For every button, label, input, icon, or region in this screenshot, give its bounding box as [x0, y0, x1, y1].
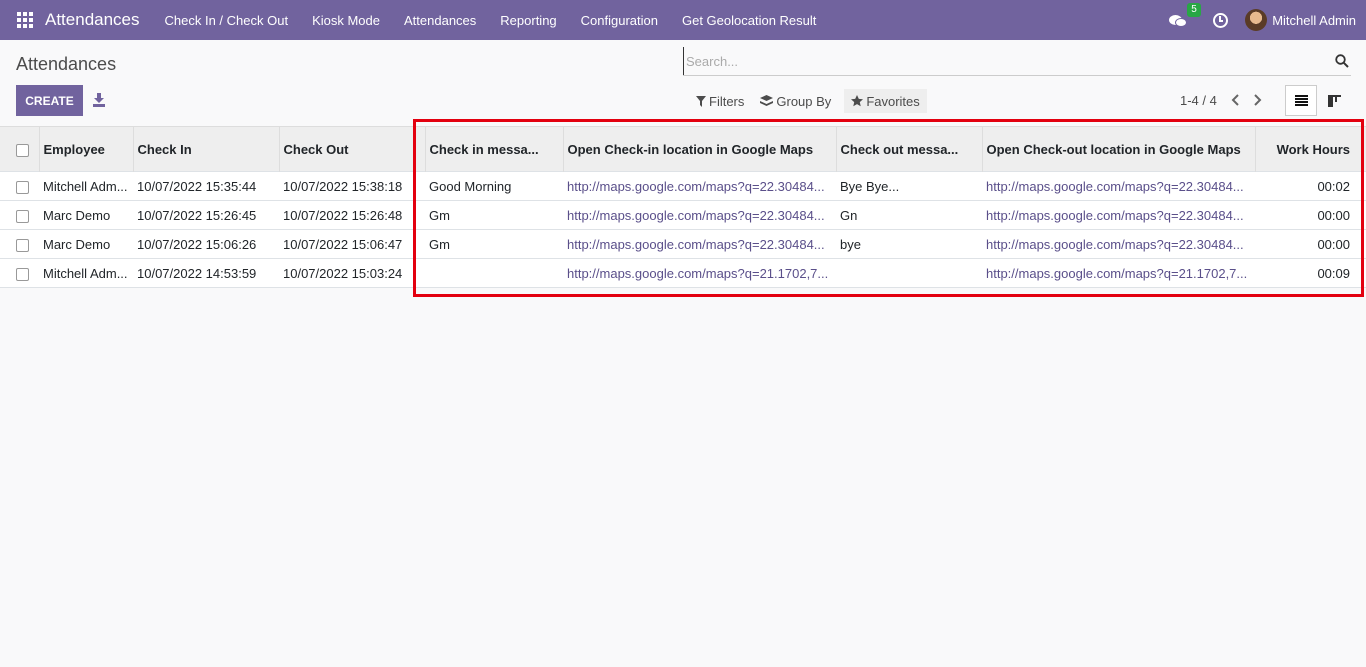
cell-work-hours[interactable]: 00:09 — [1255, 258, 1366, 288]
row-select-cell[interactable] — [0, 200, 39, 230]
row-select-cell[interactable] — [0, 229, 39, 259]
list-icon — [1294, 95, 1308, 106]
cell-work-hours[interactable]: 00:00 — [1255, 229, 1366, 259]
cell-check-in[interactable]: 10/07/2022 15:35:44 — [133, 171, 279, 201]
row-checkbox[interactable] — [16, 209, 29, 223]
filters-button[interactable]: Filters — [693, 93, 747, 109]
apps-grid-icon[interactable] — [17, 12, 33, 28]
kanban-icon — [1327, 94, 1341, 107]
page-title: Attendances — [16, 54, 117, 74]
menu-check-in-out[interactable]: Check In / Check Out — [153, 13, 301, 28]
download-icon[interactable] — [93, 93, 105, 107]
cell-check-in[interactable]: 10/07/2022 15:06:26 — [133, 229, 279, 259]
kanban-view-button[interactable] — [1318, 85, 1350, 116]
column-employee[interactable]: Employee — [38, 126, 133, 172]
table-header-row: Employee Check In Check Out Check in mes… — [0, 126, 1366, 172]
row-checkbox[interactable] — [16, 238, 29, 252]
row-checkbox[interactable] — [16, 180, 29, 194]
list-view-button[interactable] — [1285, 85, 1317, 116]
cell-check-in-location-link[interactable]: http://maps.google.com/maps?q=22.30484..… — [563, 229, 836, 259]
cell-check-out-location-link[interactable]: http://maps.google.com/maps?q=21.1702,7.… — [982, 258, 1255, 288]
filter-icon — [696, 95, 706, 107]
chat-icon[interactable]: 5 — [1169, 3, 1201, 28]
table-row[interactable]: Marc Demo 10/07/2022 15:06:26 10/07/2022… — [0, 229, 1366, 259]
menu-attendances[interactable]: Attendances — [392, 13, 488, 28]
table-row[interactable]: Mitchell Adm... 10/07/2022 14:53:59 10/0… — [0, 258, 1366, 288]
cell-check-in-message[interactable] — [425, 258, 563, 288]
cell-check-out[interactable]: 10/07/2022 15:03:24 — [279, 258, 425, 288]
menu-reporting[interactable]: Reporting — [488, 13, 568, 28]
cell-check-in-message[interactable]: Gm — [425, 229, 563, 259]
cell-check-out-message[interactable] — [836, 258, 982, 288]
table-row[interactable]: Marc Demo 10/07/2022 15:26:45 10/07/2022… — [0, 200, 1366, 230]
cell-check-out-location-link[interactable]: http://maps.google.com/maps?q=22.30484..… — [982, 200, 1255, 230]
search-input[interactable] — [683, 47, 1323, 75]
search-icon[interactable] — [1335, 54, 1349, 68]
cell-check-out-location-link[interactable]: http://maps.google.com/maps?q=22.30484..… — [982, 229, 1255, 259]
cell-check-in-location-link[interactable]: http://maps.google.com/maps?q=21.1702,7.… — [563, 258, 836, 288]
row-select-cell[interactable] — [0, 171, 39, 201]
column-check-out-location[interactable]: Open Check-out location in Google Maps — [981, 126, 1255, 172]
app-brand[interactable]: Attendances — [45, 10, 140, 30]
table-row[interactable]: Mitchell Adm... 10/07/2022 15:35:44 10/0… — [0, 171, 1366, 201]
column-work-hours[interactable]: Work Hours — [1254, 126, 1366, 172]
create-button[interactable]: CREATE — [16, 85, 83, 116]
cell-check-out-message[interactable]: Gn — [836, 200, 982, 230]
activity-clock-icon[interactable] — [1213, 12, 1229, 28]
cell-check-out[interactable]: 10/07/2022 15:06:47 — [279, 229, 425, 259]
chevron-right-icon[interactable] — [1250, 93, 1264, 107]
row-select-cell[interactable] — [0, 258, 39, 288]
groupby-label: Group By — [776, 93, 832, 109]
select-all-checkbox[interactable] — [16, 143, 29, 157]
select-all-cell[interactable] — [0, 126, 39, 172]
cell-check-out-message[interactable]: Bye Bye... — [836, 171, 982, 201]
cell-check-in-location-link[interactable]: http://maps.google.com/maps?q=22.30484..… — [563, 200, 836, 230]
favorites-button[interactable]: Favorites — [844, 89, 927, 113]
chat-badge: 5 — [1187, 3, 1201, 17]
cell-work-hours[interactable]: 00:00 — [1255, 200, 1366, 230]
attendance-table: Employee Check In Check Out Check in mes… — [0, 126, 1366, 288]
user-name[interactable]: Mitchell Admin — [1272, 13, 1356, 28]
menu-configuration[interactable]: Configuration — [569, 13, 670, 28]
attendance-list: Employee Check In Check Out Check in mes… — [0, 126, 1366, 288]
search-bar — [683, 47, 1351, 76]
cell-check-in[interactable]: 10/07/2022 15:26:45 — [133, 200, 279, 230]
search-options: Filters Group By Favorites — [693, 89, 927, 113]
row-checkbox[interactable] — [16, 267, 29, 281]
cell-employee[interactable]: Marc Demo — [39, 200, 133, 230]
cell-check-in-message[interactable]: Good Morning — [425, 171, 563, 201]
filters-label: Filters — [709, 93, 745, 109]
favorites-label: Favorites — [866, 93, 920, 109]
cell-employee[interactable]: Mitchell Adm... — [39, 258, 133, 288]
cell-check-out[interactable]: 10/07/2022 15:38:18 — [279, 171, 425, 201]
top-navbar: Attendances Check In / Check Out Kiosk M… — [0, 0, 1366, 40]
cell-check-out[interactable]: 10/07/2022 15:26:48 — [279, 200, 425, 230]
cell-check-in-location-link[interactable]: http://maps.google.com/maps?q=22.30484..… — [563, 171, 836, 201]
column-check-in[interactable]: Check In — [132, 126, 279, 172]
chevron-left-icon[interactable] — [1229, 93, 1243, 107]
cell-check-out-message[interactable]: bye — [836, 229, 982, 259]
menu-geolocation-result[interactable]: Get Geolocation Result — [670, 13, 828, 28]
cell-employee[interactable]: Marc Demo — [39, 229, 133, 259]
column-check-out-message[interactable]: Check out messa... — [835, 126, 982, 172]
column-check-in-location[interactable]: Open Check-in location in Google Maps — [562, 126, 836, 172]
avatar[interactable] — [1245, 9, 1268, 31]
groupby-button[interactable]: Group By — [757, 93, 834, 109]
pager-value[interactable]: 1-4 / 4 — [1180, 93, 1217, 108]
column-check-out[interactable]: Check Out — [278, 126, 425, 172]
layers-icon — [760, 95, 774, 106]
cell-check-out-location-link[interactable]: http://maps.google.com/maps?q=22.30484..… — [982, 171, 1255, 201]
star-icon — [851, 95, 864, 107]
cell-employee[interactable]: Mitchell Adm... — [39, 171, 133, 201]
column-check-in-message[interactable]: Check in messa... — [424, 126, 563, 172]
cell-check-in-message[interactable]: Gm — [425, 200, 563, 230]
menu-kiosk-mode[interactable]: Kiosk Mode — [300, 13, 392, 28]
cell-work-hours[interactable]: 00:02 — [1255, 171, 1366, 201]
cell-check-in[interactable]: 10/07/2022 14:53:59 — [133, 258, 279, 288]
